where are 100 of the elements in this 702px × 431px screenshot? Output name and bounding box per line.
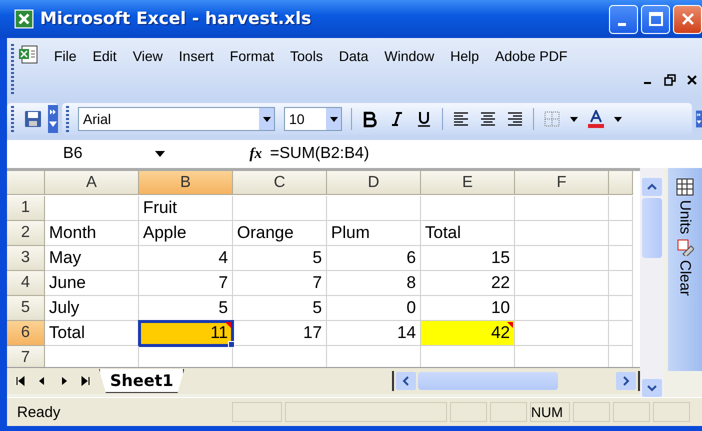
- restore-icon[interactable]: [664, 74, 676, 86]
- save-icon[interactable]: [24, 110, 42, 128]
- table-cell: 5: [233, 296, 327, 321]
- table-cell: 5: [233, 246, 327, 271]
- dropdown-arrow-icon[interactable]: [570, 116, 578, 122]
- menu-item[interactable]: Edit: [84, 48, 125, 64]
- status-indicator: NUM: [530, 402, 570, 422]
- last-sheet-icon[interactable]: [81, 376, 91, 386]
- dropdown-arrow-icon: [262, 116, 270, 122]
- row-header[interactable]: 4: [7, 271, 45, 296]
- align-right-icon[interactable]: [506, 110, 524, 128]
- table-cell: 42: [421, 321, 515, 346]
- sheet-tab[interactable]: Sheet1: [99, 369, 184, 393]
- scroll-left-icon: [402, 376, 410, 386]
- align-left-icon[interactable]: [452, 110, 470, 128]
- table-cell: Apple: [139, 221, 233, 246]
- previous-sheet-icon[interactable]: [37, 376, 47, 386]
- table-cell: [609, 321, 633, 346]
- toolbar-options-icon[interactable]: [48, 105, 58, 133]
- table-cell: 15: [421, 246, 515, 271]
- font-color-icon[interactable]: [587, 110, 605, 128]
- table-cell: [609, 246, 633, 271]
- menu-item[interactable]: Adobe PDF: [487, 48, 576, 64]
- status-pane: [232, 402, 282, 422]
- menu-item[interactable]: Data: [330, 48, 376, 64]
- menu-item[interactable]: View: [124, 48, 171, 64]
- eraser-icon[interactable]: [676, 238, 694, 256]
- table-cell: [609, 221, 633, 246]
- status-pane: [450, 402, 487, 422]
- status-pane: [613, 402, 650, 422]
- table-cell: 11: [139, 321, 233, 346]
- status-pane: [573, 402, 610, 422]
- first-sheet-icon[interactable]: [15, 376, 25, 386]
- workbook-icon[interactable]: [18, 44, 40, 66]
- table-cell: 7: [139, 271, 233, 296]
- bold-icon[interactable]: [361, 110, 379, 128]
- scroll-up-icon: [647, 183, 658, 191]
- menu-item[interactable]: Tools: [282, 48, 331, 64]
- fill-handle[interactable]: [228, 341, 235, 348]
- row-header[interactable]: 7: [7, 346, 45, 367]
- menu-item[interactable]: File: [46, 48, 85, 64]
- menu-item[interactable]: Insert: [170, 48, 222, 64]
- table-cell: July: [45, 296, 139, 321]
- column-header[interactable]: A: [45, 171, 139, 195]
- table-cell: Orange: [233, 221, 327, 246]
- row-header[interactable]: 3: [7, 246, 45, 271]
- table-cell: Plum: [327, 221, 421, 246]
- table-cell: 17: [233, 321, 327, 346]
- close-icon[interactable]: [686, 74, 698, 86]
- underline-icon[interactable]: [415, 110, 433, 128]
- table-cell: Fruit: [139, 196, 233, 221]
- function-label[interactable]: fx: [232, 146, 262, 162]
- table-cell: 0: [327, 296, 421, 321]
- table-cell: 22: [421, 271, 515, 296]
- menu-item[interactable]: Format: [222, 48, 282, 64]
- font-size-dropdown[interactable]: 10: [284, 107, 342, 131]
- side-panel-button[interactable]: Clear: [676, 260, 694, 296]
- scroll-thumb[interactable]: [642, 198, 662, 258]
- table-cell: 6: [327, 246, 421, 271]
- scroll-thumb[interactable]: [418, 372, 558, 390]
- window-title: Microsoft Excel - harvest.xls: [40, 9, 312, 29]
- horizontal-scrollbar[interactable]: [392, 371, 640, 391]
- table-cell: [609, 271, 633, 296]
- table-cell: 8: [327, 271, 421, 296]
- maximize-button[interactable]: [641, 4, 670, 34]
- column-header[interactable]: C: [233, 171, 327, 195]
- borders-icon[interactable]: [543, 110, 561, 128]
- close-button[interactable]: [673, 4, 702, 34]
- table-cell: Month: [45, 221, 139, 246]
- font-dropdown[interactable]: Arial: [78, 107, 275, 131]
- next-sheet-icon[interactable]: [59, 376, 69, 386]
- align-center-icon[interactable]: [479, 110, 497, 128]
- table-cell: Total: [421, 221, 515, 246]
- row-header[interactable]: 1: [7, 196, 45, 221]
- column-header[interactable]: D: [327, 171, 421, 195]
- table-cell: [609, 196, 633, 221]
- scroll-down-icon: [647, 384, 658, 392]
- menu-item[interactable]: Help: [442, 48, 487, 64]
- row-header[interactable]: 6: [7, 321, 45, 346]
- status-pane: [490, 402, 527, 422]
- status-pane: [653, 402, 690, 422]
- dropdown-arrow-icon[interactable]: [614, 116, 622, 122]
- grid-icon[interactable]: [676, 178, 694, 196]
- row-header[interactable]: 2: [7, 221, 45, 246]
- table-cell: May: [45, 246, 139, 271]
- minimize-button[interactable]: [609, 4, 638, 34]
- column-header[interactable]: E: [421, 171, 515, 195]
- table-cell: June: [45, 271, 139, 296]
- column-header[interactable]: F: [515, 171, 609, 195]
- side-panel-button[interactable]: Units: [676, 200, 694, 234]
- formula-field[interactable]: =SUM(B2:B4): [270, 145, 702, 163]
- vertical-scrollbar[interactable]: [640, 168, 664, 397]
- table-cell: [609, 296, 633, 321]
- menu-item[interactable]: Window: [376, 48, 442, 64]
- dropdown-arrow-icon: [330, 116, 338, 122]
- dropdown-arrow-icon: [155, 151, 165, 157]
- table-cell: 7: [233, 271, 327, 296]
- column-header[interactable]: B: [139, 171, 233, 195]
- comment-indicator-icon: [507, 322, 513, 328]
- row-header[interactable]: 5: [7, 296, 45, 321]
